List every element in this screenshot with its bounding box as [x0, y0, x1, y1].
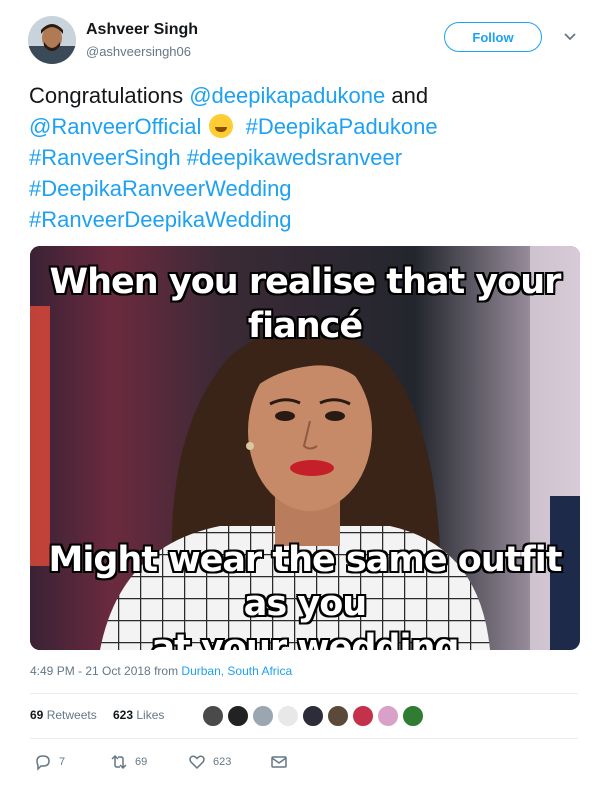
retweet-button[interactable]: 69	[110, 750, 147, 774]
liker-avatar[interactable]	[277, 705, 299, 727]
liker-avatar[interactable]	[327, 705, 349, 727]
tweet-timestamp: 4:49 PM - 21 Oct 2018 from Durban, South…	[30, 664, 292, 678]
reply-count: 7	[59, 756, 66, 768]
meme-caption-top-line-1: When you realise that your	[49, 262, 562, 302]
hashtag-ranveerdeepikawedding[interactable]: #RanveerDeepikaWedding	[29, 207, 292, 232]
liker-avatar[interactable]	[352, 705, 374, 727]
divider	[30, 738, 578, 739]
hashtag-ranveersingh[interactable]: #RanveerSingh	[29, 145, 181, 170]
liker-avatar[interactable]	[202, 705, 224, 727]
engagement-stats: 69 Retweets 623 Likes	[30, 700, 578, 732]
retweets-count: 69	[30, 708, 44, 722]
divider	[30, 693, 578, 694]
reply-button[interactable]: 7	[34, 750, 65, 774]
chevron-down-icon[interactable]	[562, 28, 578, 44]
meme-caption-top-line-2: fiancé	[247, 306, 363, 346]
location-link[interactable]: Durban, South Africa	[181, 664, 292, 678]
retweets-stat[interactable]: 69 Retweets	[30, 708, 97, 722]
timestamp-text[interactable]: 4:49 PM - 21 Oct 2018 from	[30, 664, 181, 678]
retweets-label: Retweets	[46, 708, 97, 722]
tweet-actions: 7 69 623	[30, 750, 578, 774]
mention-ranveerofficial[interactable]: @RanveerOfficial	[29, 114, 201, 139]
retweet-icon	[111, 754, 127, 770]
envelope-icon	[271, 756, 287, 768]
meme-caption-bottom: Might wear the same outfit as you at you…	[30, 538, 580, 650]
meme-caption-bottom-line-2: at your wedding	[151, 628, 460, 650]
likes-count: 623	[113, 708, 134, 722]
liker-avatar[interactable]	[377, 705, 399, 727]
mention-deepikapadukone[interactable]: @deepikapadukone	[189, 83, 385, 108]
likes-label: Likes	[136, 708, 165, 722]
liker-avatar[interactable]	[402, 705, 424, 727]
retweet-count: 69	[135, 756, 148, 768]
tweet-header: Ashveer Singh @ashveersingh06 Follow	[28, 16, 580, 72]
hashtag-deepikapadukone[interactable]: #DeepikaPadukone	[246, 114, 438, 139]
liker-avatar[interactable]	[252, 705, 274, 727]
meme-caption-bottom-line-1: Might wear the same outfit as you	[48, 540, 563, 624]
tweet-photo[interactable]: When you realise that your fiancé Might …	[30, 246, 580, 650]
tweet-text: Congratulations @deepikapadukone and @Ra…	[29, 80, 574, 235]
hashtag-deepikaranveerwedding[interactable]: #DeepikaRanveerWedding	[29, 176, 292, 201]
likes-stat[interactable]: 623 Likes	[113, 708, 164, 722]
tweet-text-congrats: Congratulations	[29, 83, 190, 108]
rolling-on-floor-laughing-emoji-icon	[209, 114, 234, 138]
user-handle[interactable]: @ashveersingh06	[86, 44, 191, 59]
meme-caption-top: When you realise that your fiancé	[30, 260, 580, 348]
tweet-text-and: and	[385, 83, 429, 108]
hashtag-deepikawedsranveer[interactable]: #deepikawedsranveer	[187, 145, 402, 170]
like-count: 623	[213, 756, 232, 768]
direct-message-button[interactable]	[270, 750, 288, 774]
heart-icon	[189, 755, 205, 770]
display-name[interactable]: Ashveer Singh	[86, 21, 198, 39]
follow-button[interactable]: Follow	[444, 22, 542, 52]
liker-avatar[interactable]	[227, 705, 249, 727]
avatar[interactable]	[28, 16, 76, 64]
liker-avatar[interactable]	[302, 705, 324, 727]
like-button[interactable]: 623	[188, 750, 231, 774]
reply-icon	[36, 755, 50, 771]
